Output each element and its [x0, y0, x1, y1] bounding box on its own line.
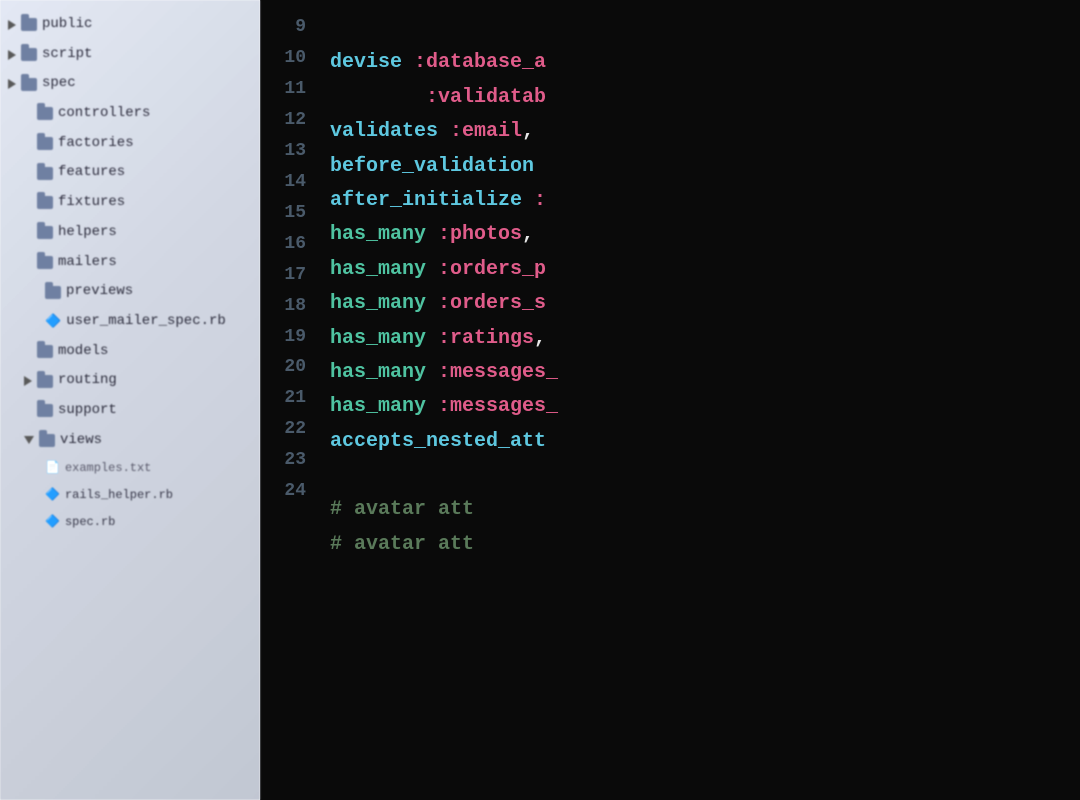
line-num: 18	[260, 291, 320, 322]
code-line	[330, 459, 1080, 493]
ruby-icon: 🔷	[45, 486, 60, 505]
line-num: 14	[260, 167, 320, 198]
folder-icon	[37, 137, 53, 150]
list-item[interactable]: routing	[0, 366, 260, 396]
folder-icon	[37, 196, 53, 209]
code-content[interactable]: devise :database_a :validatab validates …	[320, 0, 1080, 800]
folder-icon	[37, 256, 53, 269]
folder-icon	[21, 48, 37, 61]
code-editor: 9 10 11 12 13 14 15 16 17 18 19 20 21 22…	[260, 0, 1080, 800]
folder-icon	[37, 107, 53, 120]
folder-icon	[37, 375, 53, 388]
file-label: rails_helper.rb	[65, 486, 173, 505]
folder-icon	[37, 404, 53, 417]
chevron-right-icon	[8, 79, 16, 89]
file-label: views	[60, 430, 102, 452]
chevron-down-icon	[24, 436, 34, 444]
list-item[interactable]: features	[0, 158, 260, 188]
line-num: 17	[260, 260, 320, 291]
line-num: 11	[260, 74, 320, 105]
code-line: has_many :orders_p	[330, 253, 1080, 287]
file-label: script	[42, 44, 92, 66]
list-item[interactable]: 🔷 user_mailer_spec.rb	[0, 307, 260, 337]
line-num: 9	[260, 12, 320, 43]
line-num: 13	[260, 136, 320, 167]
file-label: factories	[58, 133, 134, 155]
line-num: 12	[260, 105, 320, 136]
code-line: # avatar att	[330, 528, 1080, 562]
file-label: helpers	[58, 222, 117, 244]
file-label: public	[42, 14, 92, 36]
line-num: 22	[260, 414, 320, 445]
list-item[interactable]: script	[0, 40, 260, 70]
code-line: before_validation	[330, 150, 1080, 184]
file-label: examples.txt	[65, 459, 151, 478]
file-label: spec	[42, 73, 76, 95]
code-line: has_many :messages_	[330, 356, 1080, 390]
folder-icon	[45, 286, 61, 299]
ruby-icon: 🔷	[45, 513, 60, 532]
chevron-right-icon	[8, 20, 16, 30]
chevron-right-icon	[24, 376, 32, 386]
line-num: 10	[260, 43, 320, 74]
code-line: :validatab	[330, 81, 1080, 115]
line-num: 20	[260, 352, 320, 383]
file-label: features	[58, 162, 125, 184]
folder-icon	[37, 226, 53, 239]
list-item[interactable]: public	[0, 10, 260, 40]
file-label: support	[58, 400, 117, 422]
code-line: has_many :ratings,	[330, 322, 1080, 356]
code-line: after_initialize :	[330, 184, 1080, 218]
list-item[interactable]: fixtures	[0, 188, 260, 218]
file-label: fixtures	[58, 192, 125, 214]
list-item[interactable]: helpers	[0, 218, 260, 248]
file-label: spec.rb	[65, 513, 115, 532]
list-item[interactable]: controllers	[0, 99, 260, 129]
line-num: 15	[260, 198, 320, 229]
code-line: accepts_nested_att	[330, 425, 1080, 459]
code-line: # avatar att	[330, 493, 1080, 527]
list-item[interactable]: models	[0, 337, 260, 367]
folder-icon	[21, 18, 37, 31]
line-num: 19	[260, 322, 320, 353]
code-line: validates :email,	[330, 115, 1080, 149]
list-item[interactable]: 📄 examples.txt	[0, 455, 260, 482]
chevron-right-icon	[8, 50, 16, 60]
list-item[interactable]: 🔷 spec.rb	[0, 509, 260, 536]
list-item[interactable]: factories	[0, 129, 260, 159]
folder-icon	[21, 78, 37, 91]
file-label: mailers	[58, 252, 117, 274]
file-label: routing	[58, 370, 117, 392]
list-item[interactable]: support	[0, 396, 260, 426]
ruby-icon: 🔷	[45, 312, 61, 332]
file-tree: public script spec controllers factories	[0, 0, 260, 800]
folder-icon	[37, 167, 53, 180]
list-item[interactable]: views	[0, 426, 260, 456]
file-label: models	[58, 341, 108, 363]
code-line: has_many :photos,	[330, 218, 1080, 252]
code-line: has_many :orders_s	[330, 287, 1080, 321]
line-num: 21	[260, 383, 320, 414]
line-num: 23	[260, 445, 320, 476]
line-num: 24	[260, 476, 320, 507]
code-line: devise :database_a	[330, 46, 1080, 80]
file-label: user_mailer_spec.rb	[66, 311, 226, 333]
list-item[interactable]: 🔷 rails_helper.rb	[0, 482, 260, 509]
line-numbers: 9 10 11 12 13 14 15 16 17 18 19 20 21 22…	[260, 0, 320, 800]
code-line	[330, 12, 1080, 46]
list-item[interactable]: spec	[0, 69, 260, 99]
folder-icon	[37, 345, 53, 358]
list-item[interactable]: previews	[0, 277, 260, 307]
line-num: 16	[260, 229, 320, 260]
code-line: has_many :messages_	[330, 390, 1080, 424]
list-item[interactable]: mailers	[0, 248, 260, 278]
file-label: controllers	[58, 103, 150, 125]
file-label: previews	[66, 281, 133, 303]
folder-icon	[39, 434, 55, 447]
file-icon: 📄	[45, 459, 60, 478]
